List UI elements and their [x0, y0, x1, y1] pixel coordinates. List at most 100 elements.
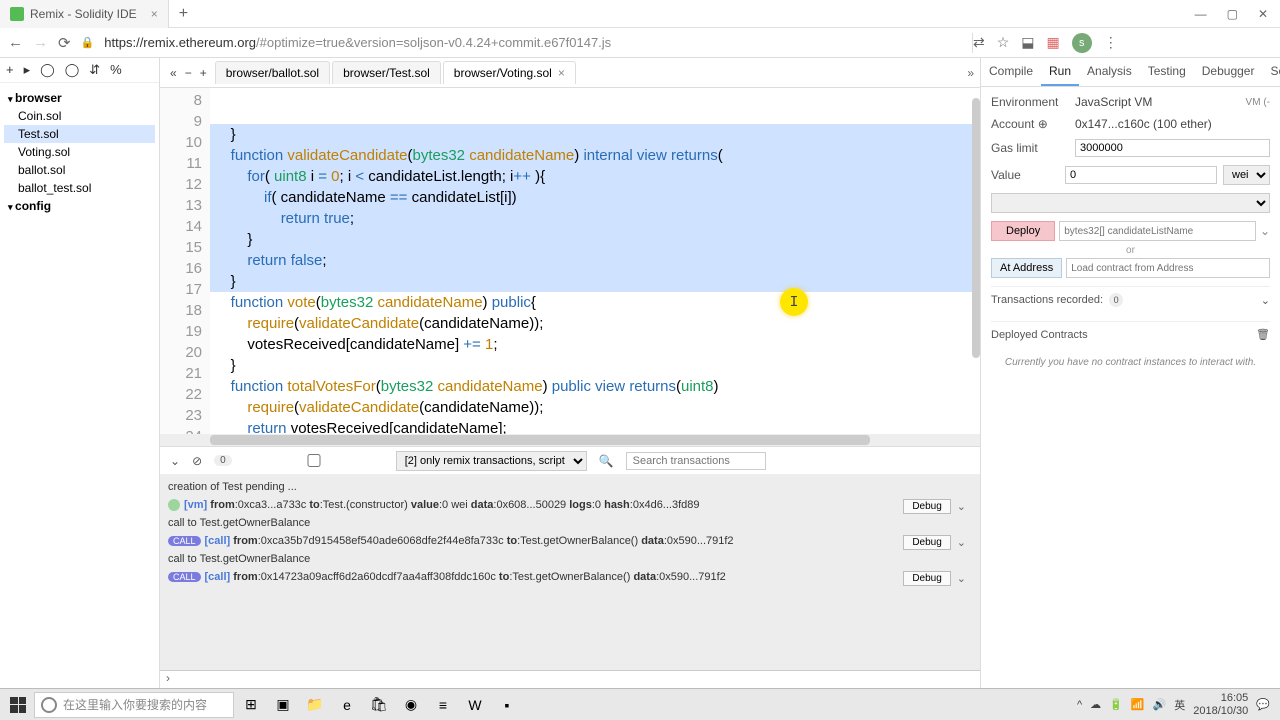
editor-tab[interactable]: browser/Test.sol: [332, 61, 441, 84]
folder-browser[interactable]: browser: [4, 89, 155, 107]
terminal-toolbar: ⌄ ⊘ 0 [2] only remix transactions, scrip…: [160, 446, 980, 474]
taskbar-clock[interactable]: 16:05 2018/10/30: [1193, 692, 1248, 716]
terminal-toggle-icon[interactable]: ⌄: [170, 454, 180, 468]
app-icon[interactable]: ▣: [268, 691, 298, 719]
file-item[interactable]: Test.sol: [4, 125, 155, 143]
url-field[interactable]: https://remix.ethereum.org/#optimize=tru…: [104, 35, 962, 50]
onedrive-icon[interactable]: ☁: [1090, 698, 1101, 711]
terminal-prompt[interactable]: ›: [160, 670, 980, 688]
code-editor[interactable]: 89101112131415161718192021222324 } funct…: [160, 88, 980, 434]
panel-tab[interactable]: Testing: [1140, 58, 1194, 86]
link-icon[interactable]: %: [110, 62, 122, 78]
menu-icon[interactable]: ⋮: [1104, 34, 1118, 51]
copy-account-icon[interactable]: ⊕: [1038, 117, 1048, 131]
at-address-input[interactable]: [1066, 258, 1270, 278]
listen-checkbox[interactable]: [244, 454, 384, 467]
open-folder-icon[interactable]: ▸: [24, 62, 31, 78]
pending-count: 0: [214, 455, 232, 466]
bookmark-icon[interactable]: ☆: [997, 34, 1010, 51]
account-label: Account ⊕: [991, 117, 1069, 131]
cursor-highlight: I: [780, 288, 808, 316]
debug-button[interactable]: Debug: [903, 499, 950, 514]
at-address-button[interactable]: At Address: [991, 258, 1062, 278]
terminal[interactable]: creation of Test pending ...[vm] from:0x…: [160, 474, 980, 670]
extension2-icon[interactable]: ▦: [1047, 34, 1060, 51]
taskview-icon[interactable]: ⊞: [236, 691, 266, 719]
deploy-args-input[interactable]: [1059, 221, 1256, 241]
profile-avatar[interactable]: s: [1072, 33, 1092, 53]
contract-select[interactable]: [991, 193, 1270, 213]
collapse-left-icon[interactable]: «: [170, 66, 177, 80]
close-tab-icon[interactable]: ×: [151, 7, 158, 21]
forward-icon[interactable]: →: [33, 34, 48, 51]
minimize-icon[interactable]: —: [1195, 7, 1207, 21]
tx-recorded-header[interactable]: Transactions recorded: 0 ⌄: [991, 286, 1270, 313]
search-transactions-input[interactable]: [626, 452, 766, 470]
debug-button[interactable]: Debug: [903, 535, 950, 550]
github-icon[interactable]: ◯: [40, 62, 55, 78]
translate-icon[interactable]: ⇄: [973, 34, 985, 51]
editor-tab[interactable]: browser/ballot.sol: [215, 61, 330, 84]
reload-icon[interactable]: ⟳: [58, 34, 71, 52]
store-icon[interactable]: 🛍: [364, 691, 394, 719]
right-panel-tabs: CompileRunAnalysisTestingDebuggerSetting…: [981, 58, 1280, 87]
search-icon[interactable]: 🔍: [599, 454, 614, 468]
file-item[interactable]: ballot.sol: [4, 161, 155, 179]
panel-tab[interactable]: Analysis: [1079, 58, 1140, 86]
panel-tab[interactable]: Run: [1041, 58, 1079, 86]
browser-tab[interactable]: Remix - Solidity IDE ×: [0, 0, 169, 28]
wifi-icon[interactable]: 📶: [1131, 698, 1145, 711]
collapse-right-icon[interactable]: »: [967, 66, 980, 80]
file-item[interactable]: ballot_test.sol: [4, 179, 155, 197]
extension-icon[interactable]: ⬓: [1021, 34, 1034, 51]
back-icon[interactable]: ←: [8, 34, 23, 51]
ime-indicator[interactable]: 英: [1174, 697, 1185, 713]
file-item[interactable]: Coin.sol: [4, 107, 155, 125]
new-file-icon[interactable]: +: [6, 62, 14, 78]
notifications-icon[interactable]: 💬: [1256, 698, 1270, 711]
explorer-toolbar: + ▸ ◯ ◯ ⇵ %: [0, 58, 159, 83]
new-tab-button[interactable]: +: [169, 5, 198, 23]
gist-icon[interactable]: ◯: [65, 62, 80, 78]
vertical-scrollbar[interactable]: [970, 88, 980, 434]
panel-tab[interactable]: Compile: [981, 58, 1041, 86]
copy-icon[interactable]: ⇵: [89, 62, 100, 78]
maximize-icon[interactable]: ▢: [1227, 7, 1238, 21]
expand-args-icon[interactable]: ⌄: [1260, 224, 1270, 238]
panel-tab[interactable]: Debugger: [1194, 58, 1263, 86]
folder-config[interactable]: config: [4, 197, 155, 215]
terminal-clear-icon[interactable]: ⊘: [192, 454, 202, 468]
env-value[interactable]: JavaScript VM: [1075, 95, 1240, 109]
gas-label: Gas limit: [991, 141, 1069, 155]
remix-favicon: [10, 7, 24, 21]
debug-button[interactable]: Debug: [903, 571, 950, 586]
zoom-out-icon[interactable]: −: [185, 66, 192, 80]
lock-icon: 🔒: [81, 36, 95, 49]
volume-icon[interactable]: 🔊: [1153, 698, 1167, 711]
value-input[interactable]: [1065, 166, 1217, 184]
filter-select[interactable]: [2] only remix transactions, script: [396, 451, 587, 471]
account-value[interactable]: 0x147...c160c (100 ether): [1075, 117, 1270, 131]
gas-input[interactable]: [1075, 139, 1270, 157]
battery-icon[interactable]: 🔋: [1109, 698, 1123, 711]
horizontal-scrollbar[interactable]: [160, 434, 980, 446]
trash-icon[interactable]: 🗑: [1256, 328, 1270, 341]
zoom-in-icon[interactable]: +: [200, 66, 207, 80]
code-area[interactable]: } function validateCandidate(bytes32 can…: [210, 88, 980, 434]
editor-tab[interactable]: browser/Voting.sol×: [443, 61, 576, 84]
file-item[interactable]: Voting.sol: [4, 143, 155, 161]
explorer-icon[interactable]: 📁: [300, 691, 330, 719]
taskbar-search[interactable]: 在这里输入你要搜索的内容: [34, 692, 234, 718]
chrome-app-icon[interactable]: ◉: [396, 691, 426, 719]
word-icon[interactable]: W: [460, 691, 490, 719]
edge-icon[interactable]: e: [332, 691, 362, 719]
tray-up-icon[interactable]: ^: [1077, 699, 1082, 711]
vscode-icon[interactable]: ≡: [428, 691, 458, 719]
value-unit-select[interactable]: wei: [1223, 165, 1270, 185]
cmd-icon[interactable]: ▪: [492, 691, 522, 719]
deploy-button[interactable]: Deploy: [991, 221, 1055, 241]
start-button[interactable]: [4, 691, 32, 719]
close-window-icon[interactable]: ✕: [1258, 7, 1268, 21]
panel-tab[interactable]: Settings: [1262, 58, 1280, 86]
chevron-down-icon[interactable]: ⌄: [1261, 294, 1270, 307]
